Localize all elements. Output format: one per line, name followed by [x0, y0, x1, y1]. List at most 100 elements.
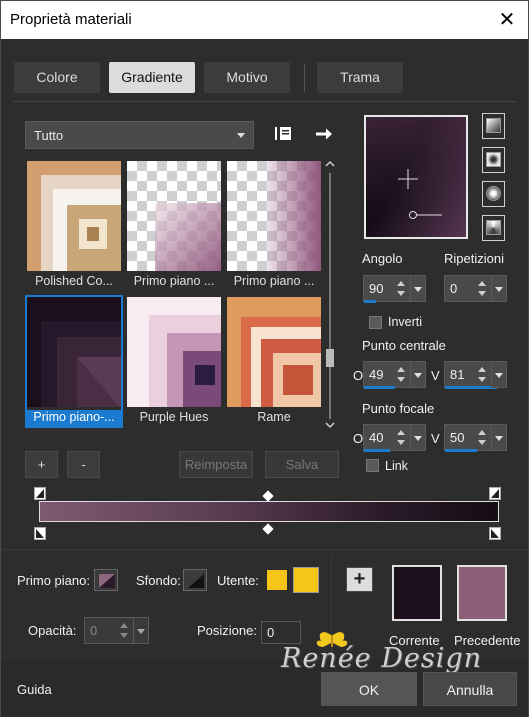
- opacity-spinbox[interactable]: 0: [84, 617, 134, 644]
- angle-slider-toggle[interactable]: [410, 275, 426, 302]
- add-to-swatches-button[interactable]: +: [346, 567, 373, 592]
- arrow-down-icon[interactable]: [397, 377, 405, 382]
- renee-design-logo: Renée Design: [281, 629, 481, 675]
- reset-button[interactable]: Reimposta: [179, 451, 253, 478]
- current-color-swatch[interactable]: [392, 565, 442, 621]
- bottom-left-stop-marker[interactable]: [34, 527, 46, 540]
- opacity-label: Opacità:: [28, 623, 77, 638]
- tab-motivo[interactable]: Motivo: [204, 62, 290, 93]
- radial-gradient-style-button[interactable]: [482, 215, 505, 241]
- foreground-label: Primo piano:: [17, 573, 90, 588]
- focal-v-slider-toggle[interactable]: [491, 424, 507, 451]
- center-h-spinbox[interactable]: 49: [363, 361, 411, 389]
- gradient-thumb-selected[interactable]: Primo piano-...: [25, 295, 123, 428]
- gradient-thumb[interactable]: Primo piano ...: [125, 159, 223, 291]
- center-h-stepper[interactable]: [394, 362, 410, 387]
- tab-divider: [304, 64, 305, 92]
- remove-gradient-button[interactable]: -: [67, 451, 100, 478]
- arrow-up-icon[interactable]: [120, 623, 128, 628]
- gradient-preview[interactable]: [364, 115, 468, 239]
- user-swatch-large[interactable]: [293, 567, 319, 593]
- arrow-up-icon[interactable]: [397, 281, 405, 286]
- gradient-thumb[interactable]: Purple Hues: [125, 295, 223, 427]
- top-right-stop-marker[interactable]: [489, 487, 501, 500]
- gradient-preview-image: [227, 297, 321, 407]
- center-v-spinbox[interactable]: 81: [444, 361, 497, 389]
- arrow-down-icon[interactable]: [478, 291, 486, 296]
- gradient-preview-image: [27, 161, 121, 271]
- arrow-down-icon[interactable]: [478, 377, 486, 382]
- gallery-scrollbar[interactable]: [323, 159, 337, 431]
- rectangular-gradient-style-button[interactable]: [482, 147, 505, 173]
- focal-v-label: V: [431, 431, 440, 446]
- opacity-value: 0: [90, 623, 98, 638]
- focal-h-stepper[interactable]: [394, 425, 410, 450]
- center-h-slider-toggle[interactable]: [410, 361, 426, 388]
- ok-button[interactable]: OK: [321, 672, 417, 706]
- arrow-up-icon[interactable]: [478, 367, 486, 372]
- sunburst-gradient-style-button[interactable]: [482, 181, 505, 207]
- bottom-right-stop-marker[interactable]: [489, 527, 501, 540]
- invert-checkbox[interactable]: [369, 316, 382, 329]
- book-icon[interactable]: [272, 123, 294, 145]
- angle-label: Angolo: [362, 251, 403, 266]
- foreground-swatch[interactable]: [94, 569, 118, 591]
- help-link[interactable]: Guida: [17, 682, 52, 697]
- gradient-thumb-label: Purple Hues: [139, 410, 209, 424]
- bottom-midpoint-marker[interactable]: [262, 523, 274, 535]
- previous-color-swatch[interactable]: [457, 565, 507, 621]
- focal-v-spinbox[interactable]: 50: [444, 424, 492, 452]
- gradient-thumb[interactable]: Primo piano ...: [225, 159, 323, 291]
- top-left-stop-marker[interactable]: [34, 487, 46, 500]
- link-label: Link: [385, 459, 408, 473]
- gradient-thumb[interactable]: Rame: [225, 295, 323, 427]
- radial-gradient-icon: [486, 220, 501, 235]
- arrow-right-icon[interactable]: [313, 123, 335, 145]
- focal-h-value: 40: [369, 430, 384, 445]
- section-divider: [1, 549, 528, 550]
- arrow-down-icon[interactable]: [478, 440, 486, 445]
- tabs-divider: [13, 101, 516, 102]
- background-swatch[interactable]: [183, 569, 207, 591]
- opacity-stepper[interactable]: [117, 618, 133, 643]
- angle-stepper[interactable]: [394, 276, 410, 301]
- cancel-button[interactable]: Annulla: [423, 672, 517, 706]
- angle-spinbox[interactable]: 90: [363, 275, 411, 303]
- focal-h-spinbox[interactable]: 40: [363, 424, 411, 452]
- close-icon[interactable]: ✕: [492, 5, 522, 35]
- repeats-stepper[interactable]: [475, 276, 491, 301]
- arrow-up-icon[interactable]: [397, 367, 405, 372]
- tab-colore[interactable]: Colore: [14, 62, 100, 93]
- background-label: Sfondo:: [136, 573, 181, 588]
- repeats-slider-toggle[interactable]: [491, 275, 507, 302]
- arrow-down-icon[interactable]: [397, 440, 405, 445]
- gradient-editor-bar[interactable]: [39, 501, 499, 522]
- gradient-gallery: Polished Co... Primo piano ... Primo pia…: [25, 159, 323, 431]
- position-value: 0: [267, 625, 275, 640]
- category-dropdown[interactable]: Tutto: [25, 121, 254, 149]
- center-point-label: Punto centrale: [362, 338, 446, 353]
- gradient-preview-image: [27, 297, 121, 407]
- add-gradient-button[interactable]: +: [25, 451, 58, 478]
- arrow-up-icon[interactable]: [478, 281, 486, 286]
- focal-v-stepper[interactable]: [475, 425, 491, 450]
- gradient-thumb[interactable]: Polished Co...: [25, 159, 123, 291]
- center-h-label: O: [353, 368, 364, 383]
- linear-gradient-style-button[interactable]: [482, 113, 505, 139]
- arrow-up-icon[interactable]: [397, 430, 405, 435]
- center-v-slider-toggle[interactable]: [491, 361, 507, 388]
- save-button[interactable]: Salva: [265, 451, 339, 478]
- link-checkbox[interactable]: [366, 459, 379, 472]
- arrow-up-icon[interactable]: [478, 430, 486, 435]
- tab-gradiente[interactable]: Gradiente: [109, 62, 195, 93]
- focal-h-slider-fill: [364, 449, 390, 452]
- top-midpoint-marker[interactable]: [262, 490, 274, 502]
- opacity-slider-toggle[interactable]: [133, 617, 149, 644]
- repeats-spinbox[interactable]: 0: [444, 275, 492, 302]
- tab-trama[interactable]: Trama: [317, 62, 403, 93]
- user-swatch-small[interactable]: [267, 570, 287, 590]
- focal-h-slider-toggle[interactable]: [410, 424, 426, 451]
- center-v-stepper[interactable]: [475, 362, 491, 387]
- arrow-down-icon[interactable]: [397, 291, 405, 296]
- arrow-down-icon[interactable]: [120, 633, 128, 638]
